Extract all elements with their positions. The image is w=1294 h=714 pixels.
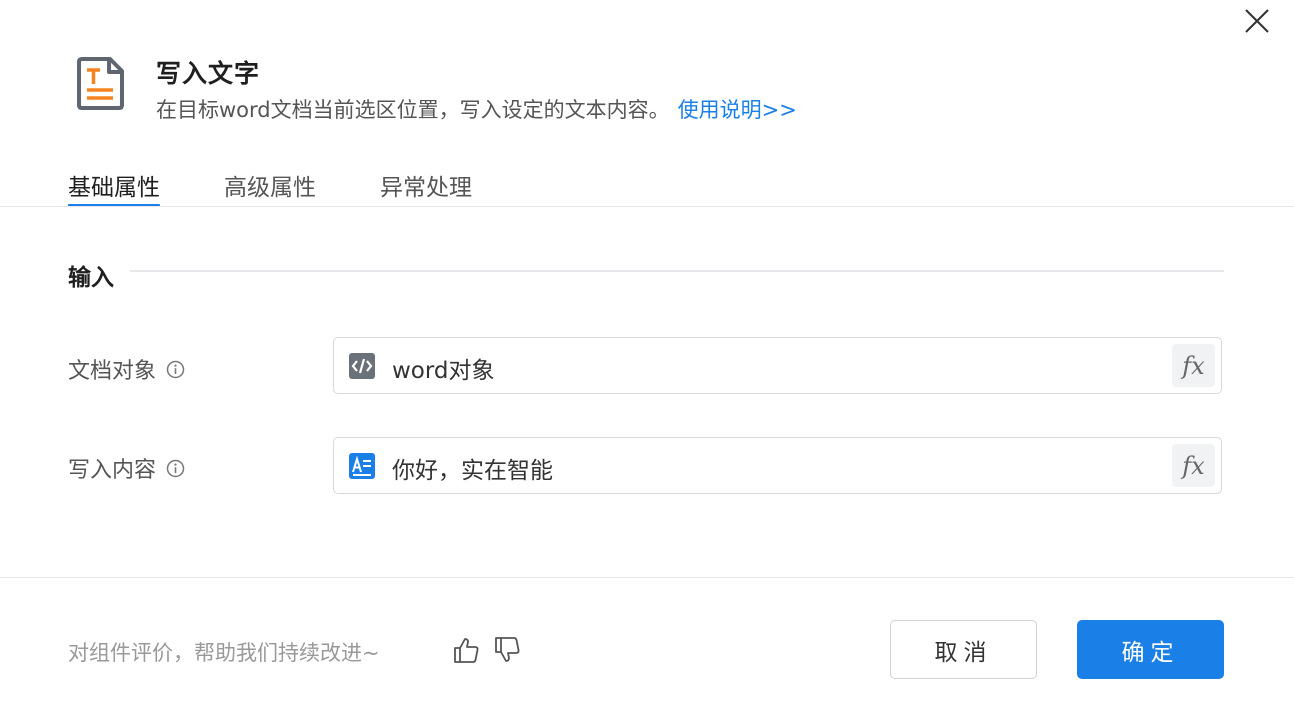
tab-exception-handling[interactable]: 异常处理 [380,166,472,206]
info-icon[interactable] [166,360,185,379]
feedback-text: 对组件评价，帮助我们持续改进~ [68,641,380,665]
thumbs-down-icon[interactable] [493,636,521,664]
field-label-document-object: 文档对象 [68,353,185,385]
tab-bar: 基础属性 高级属性 异常处理 [68,166,536,208]
fx-expression-button[interactable]: fx [1172,344,1215,387]
code-variable-icon [348,352,376,380]
write-content-input[interactable]: 你好，实在智能 fx [333,437,1222,494]
section-divider [130,270,1224,272]
dialog-description: 在目标word文档当前选区位置，写入设定的文本内容。 使用说明>> [156,94,797,124]
field-label-write-content: 写入内容 [68,452,185,484]
thumbs-up-icon[interactable] [452,636,480,664]
write-text-document-icon [76,55,126,111]
close-button[interactable] [1240,4,1274,38]
text-content-icon [348,452,376,480]
tab-basic-properties[interactable]: 基础属性 [68,166,160,207]
footer-divider [0,577,1294,578]
help-link[interactable]: 使用说明>> [678,98,797,122]
confirm-button[interactable]: 确定 [1077,620,1224,679]
cancel-button[interactable]: 取消 [890,620,1037,679]
description-text: 在目标word文档当前选区位置，写入设定的文本内容。 [156,98,670,122]
field-value: word对象 [392,358,495,384]
dialog-title: 写入文字 [156,59,261,88]
field-label-text: 文档对象 [68,359,157,384]
document-object-input[interactable]: word对象 fx [333,337,1222,394]
field-label-text: 写入内容 [68,458,157,483]
info-icon[interactable] [166,459,185,478]
tab-advanced-properties[interactable]: 高级属性 [224,166,316,206]
section-title-input: 输入 [68,265,114,291]
field-value: 你好，实在智能 [392,458,553,484]
tabs-divider [0,206,1294,207]
close-icon [1245,9,1269,33]
fx-expression-button[interactable]: fx [1172,444,1215,487]
